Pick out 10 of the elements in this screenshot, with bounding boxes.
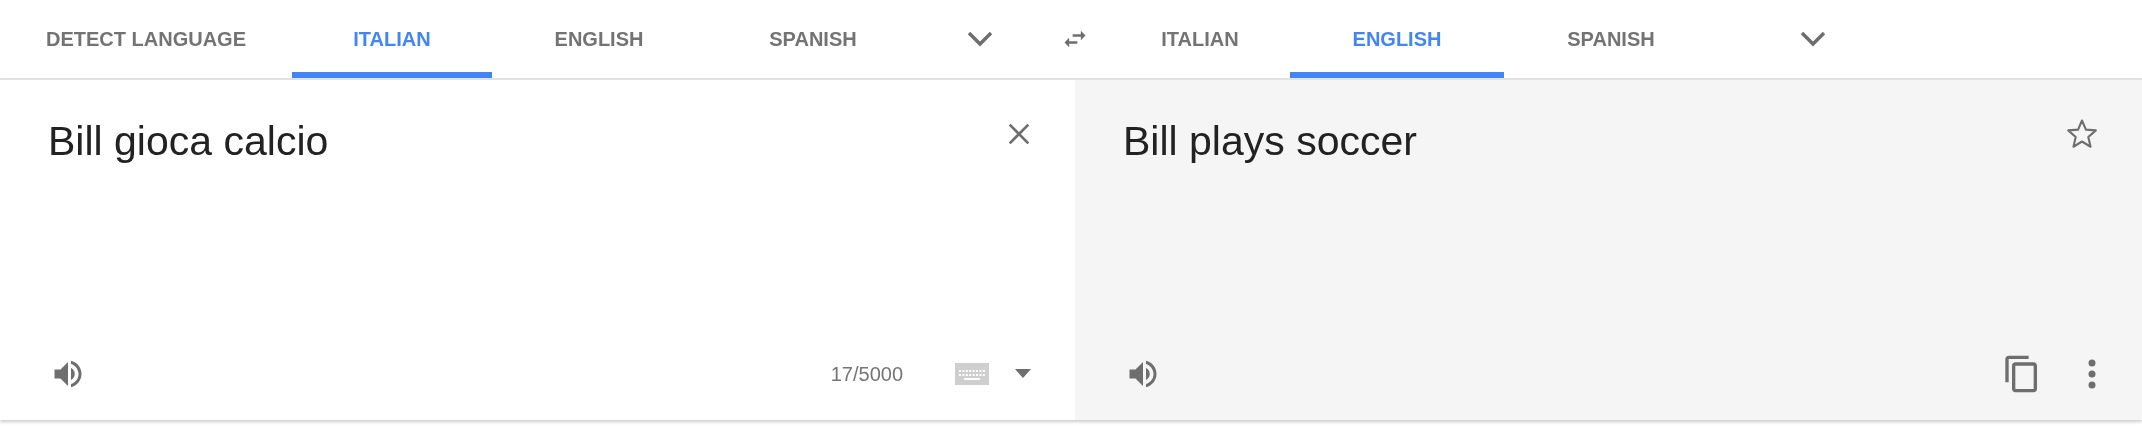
translation-text: Bill plays soccer bbox=[1123, 117, 1417, 165]
chevron-down-icon[interactable] bbox=[967, 31, 993, 47]
language-tab[interactable]: ENGLISH bbox=[492, 0, 706, 78]
character-counter: 17/5000 bbox=[830, 362, 903, 386]
language-tab[interactable]: DETECT LANGUAGE bbox=[0, 0, 292, 78]
language-tab[interactable]: ITALIAN bbox=[1110, 0, 1290, 78]
language-tab[interactable]: SPANISH bbox=[1504, 0, 1718, 78]
chevron-down-icon[interactable] bbox=[1800, 31, 1826, 47]
language-tab[interactable]: SPANISH bbox=[706, 0, 920, 78]
source-text[interactable]: Bill gioca calcio bbox=[48, 114, 329, 165]
